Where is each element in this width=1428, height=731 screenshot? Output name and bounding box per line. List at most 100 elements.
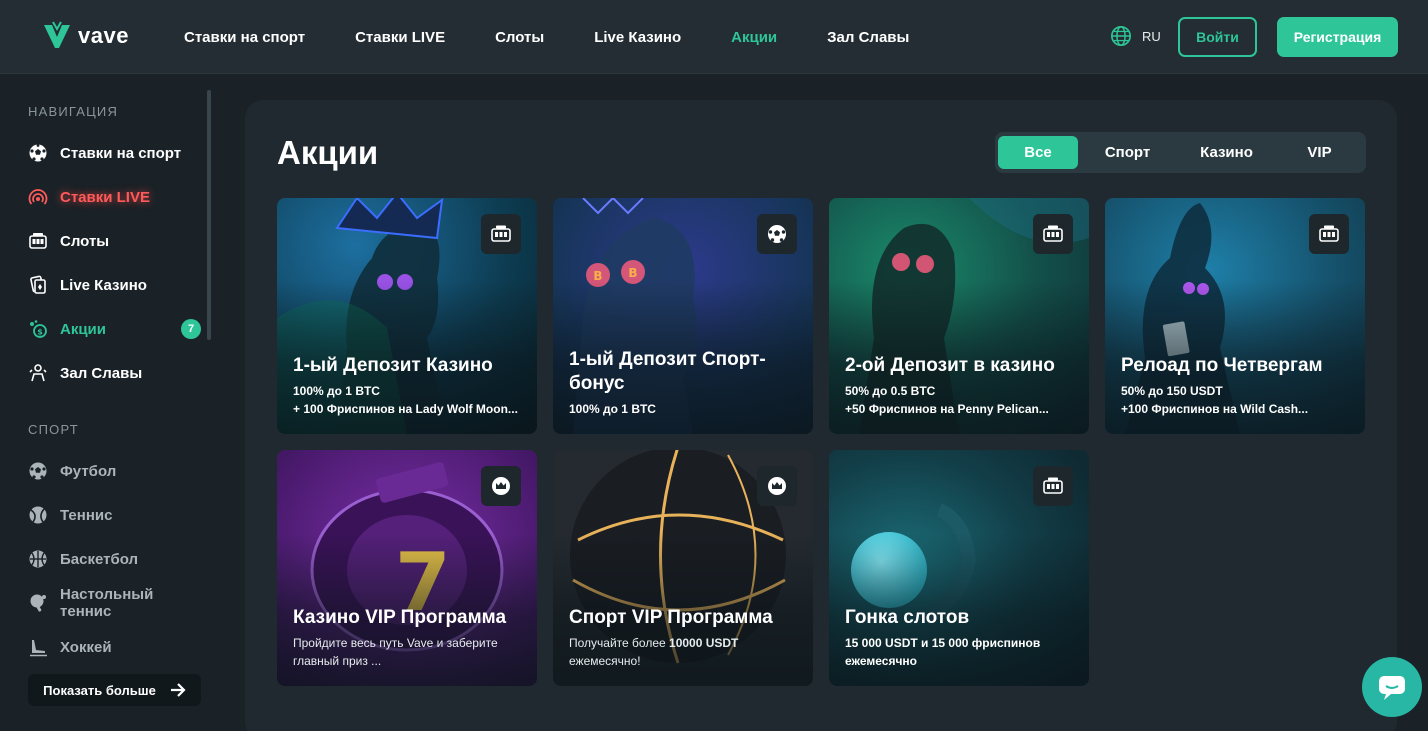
- promo-card-line-2: + 100 Фриспинов на Lady Wolf Moon...: [293, 402, 518, 416]
- sidebar-item-hockey[interactable]: Хоккей: [28, 634, 208, 660]
- promo-card-line-2: ежемесячно!: [569, 654, 641, 668]
- promo-card-line-1-amount: 10000 USDT: [669, 636, 739, 650]
- topnav-sports-betting[interactable]: Ставки на спорт: [184, 29, 305, 46]
- topnav-live-casino[interactable]: Live Казино: [594, 29, 681, 46]
- promo-card-title: Гонка слотов: [845, 607, 970, 628]
- globe-icon: [1111, 26, 1131, 46]
- promo-card-line-1: 15 000 USDT и 15 000 фриспинов: [845, 636, 1041, 650]
- sidebar-item-label: Ставки LIVE: [60, 188, 150, 206]
- trophy-person-icon: [28, 363, 48, 383]
- promo-card-line-1: 50% до 0.5 BTC: [845, 384, 936, 398]
- sidebar-item-basketball[interactable]: Баскетбол: [28, 546, 208, 572]
- promo-card-line-1: 100% до 1 BTC: [293, 384, 380, 398]
- promo-card-title: Спорт VIP Программа: [569, 607, 773, 628]
- sidebar: НАВИГАЦИЯ Ставки на спорт Ставки LIVE Сл…: [0, 75, 220, 731]
- promo-card-first-deposit-sport[interactable]: B B 1-ый Депозит Спорт-бонус 100% до 1 B…: [553, 198, 813, 434]
- sidebar-item-slots[interactable]: Слоты: [28, 228, 208, 254]
- sidebar-item-label: Live Казино: [60, 276, 147, 294]
- filter-tab-casino[interactable]: Казино: [1177, 136, 1276, 169]
- sidebar-scrollbar[interactable]: [207, 90, 211, 340]
- page-title: Акции: [277, 134, 379, 171]
- sidebar-item-table-tennis[interactable]: Настольный теннис: [28, 586, 208, 620]
- topnav-hall-of-fame[interactable]: Зал Славы: [827, 29, 909, 46]
- tennis-ball-icon: [28, 505, 48, 525]
- topnav-promotions[interactable]: Акции: [731, 29, 777, 46]
- sidebar-item-label: Зал Славы: [60, 364, 143, 382]
- promo-card-line-2: +50 Фриспинов на Penny Pelican...: [845, 402, 1049, 416]
- top-navigation: Ставки на спорт Ставки LIVE Слоты Live К…: [184, 0, 959, 74]
- show-more-button[interactable]: Показать больше: [28, 674, 201, 706]
- register-button[interactable]: Регистрация: [1277, 17, 1398, 57]
- logo-text: vave: [78, 23, 129, 48]
- filter-tab-vip[interactable]: VIP: [1276, 136, 1363, 169]
- sidebar-item-football[interactable]: Футбол: [28, 458, 208, 484]
- sidebar-item-label: Акции: [60, 320, 107, 338]
- sidebar-item-hall-of-fame[interactable]: Зал Славы: [28, 360, 208, 386]
- logo[interactable]: vave: [42, 20, 129, 52]
- promo-card-line-2: +100 Фриспинов на Wild Cash...: [1121, 402, 1309, 416]
- soccer-ball-icon: [757, 214, 797, 254]
- promo-card-line-1: 100% до 1 BTC: [569, 402, 656, 416]
- promo-card-casino-vip[interactable]: 7 Казино VIP Программа Пройдите весь пут…: [277, 450, 537, 686]
- header: vave Ставки на спорт Ставки LIVE Слоты L…: [0, 0, 1428, 74]
- promo-card-line-1-text: Получайте более: [569, 636, 670, 650]
- sidebar-item-tennis[interactable]: Теннис: [28, 502, 208, 528]
- sidebar-item-live-casino[interactable]: Live Казино: [28, 272, 208, 298]
- crown-icon: [481, 466, 521, 506]
- cards-icon: [28, 275, 48, 295]
- sidebar-item-label: Футбол: [60, 462, 117, 480]
- topnav-slots[interactable]: Слоты: [495, 29, 544, 46]
- basketball-icon: [28, 549, 48, 569]
- sidebar-nav-heading: НАВИГАЦИЯ: [28, 104, 119, 119]
- sidebar-item-label: Слоты: [60, 232, 110, 250]
- promo-card-line-1: Пройдите весь путь Vave и заберите: [293, 636, 498, 650]
- live-broadcast-icon: [28, 187, 48, 207]
- slot-machine-icon: [1033, 466, 1073, 506]
- promo-card-second-deposit-casino[interactable]: 2-ой Депозит в казино 50% до 0.5 BTC +50…: [829, 198, 1089, 434]
- language-selector[interactable]: RU: [1110, 25, 1161, 47]
- promo-card-line-1: Получайте более 10000 USDT: [569, 634, 799, 652]
- promo-card-line-2: ежемесячно: [845, 654, 917, 668]
- sidebar-item-label: Настольный теннис: [60, 586, 154, 620]
- show-more-label: Показать больше: [43, 682, 156, 698]
- login-button[interactable]: Войти: [1178, 17, 1257, 57]
- sidebar-item-sports-betting[interactable]: Ставки на спорт: [28, 140, 208, 166]
- promotions-panel: Акции Все Спорт Казино VIP 1-ый Депозит …: [245, 100, 1397, 731]
- sidebar-item-label: Баскетбол: [60, 550, 139, 568]
- promo-card-first-deposit-casino[interactable]: 1-ый Депозит Казино 100% до 1 BTC + 100 …: [277, 198, 537, 434]
- sidebar-item-label: Хоккей: [60, 638, 112, 656]
- promo-card-title: 1-ый Депозит Спорт-бонус: [569, 349, 766, 394]
- svg-text:$: $: [37, 328, 43, 337]
- promo-card-title: 2-ой Депозит в казино: [845, 355, 1055, 376]
- topnav-live-betting[interactable]: Ставки LIVE: [355, 29, 445, 46]
- sidebar-item-live-betting[interactable]: Ставки LIVE: [28, 184, 208, 210]
- crown-icon: [757, 466, 797, 506]
- arrow-right-icon: [170, 683, 186, 697]
- promo-card-title: Казино VIP Программа: [293, 607, 507, 628]
- slot-machine-icon: [1033, 214, 1073, 254]
- filter-tab-sport[interactable]: Спорт: [1078, 136, 1177, 169]
- slot-machine-icon: [481, 214, 521, 254]
- promo-card-sport-vip[interactable]: Спорт VIP Программа Получайте более 1000…: [553, 450, 813, 686]
- promo-filter-tabs: Все Спорт Казино VIP: [995, 132, 1366, 173]
- soccer-ball-icon: [28, 461, 48, 481]
- promo-card-thursday-reload[interactable]: Релоад по Четвергам 50% до 150 USDT +100…: [1105, 198, 1365, 434]
- promo-card-line-2: главный приз ...: [293, 654, 382, 668]
- sidebar-item-label: Ставки на спорт: [60, 144, 182, 162]
- chat-bubble-icon: [1379, 676, 1405, 700]
- soccer-ball-icon: [28, 143, 48, 163]
- filter-tab-all[interactable]: Все: [998, 136, 1078, 169]
- promo-card-title: 1-ый Депозит Казино: [293, 355, 493, 376]
- chat-widget-button[interactable]: [1362, 657, 1422, 717]
- vave-logo-icon: [44, 21, 70, 48]
- slot-machine-icon: [1309, 214, 1349, 254]
- promo-icon: $: [28, 319, 48, 339]
- ping-pong-icon: [28, 593, 48, 613]
- promotions-count-badge: 7: [181, 319, 201, 339]
- promo-card-title: Релоад по Четвергам: [1121, 355, 1323, 376]
- promo-card-slot-race[interactable]: Гонка слотов 15 000 USDT и 15 000 фриспи…: [829, 450, 1089, 686]
- promo-card-line-1: 50% до 150 USDT: [1121, 384, 1223, 398]
- sidebar-item-label: Теннис: [60, 506, 113, 524]
- language-code: RU: [1142, 28, 1161, 44]
- sidebar-sport-heading: СПОРТ: [28, 422, 79, 437]
